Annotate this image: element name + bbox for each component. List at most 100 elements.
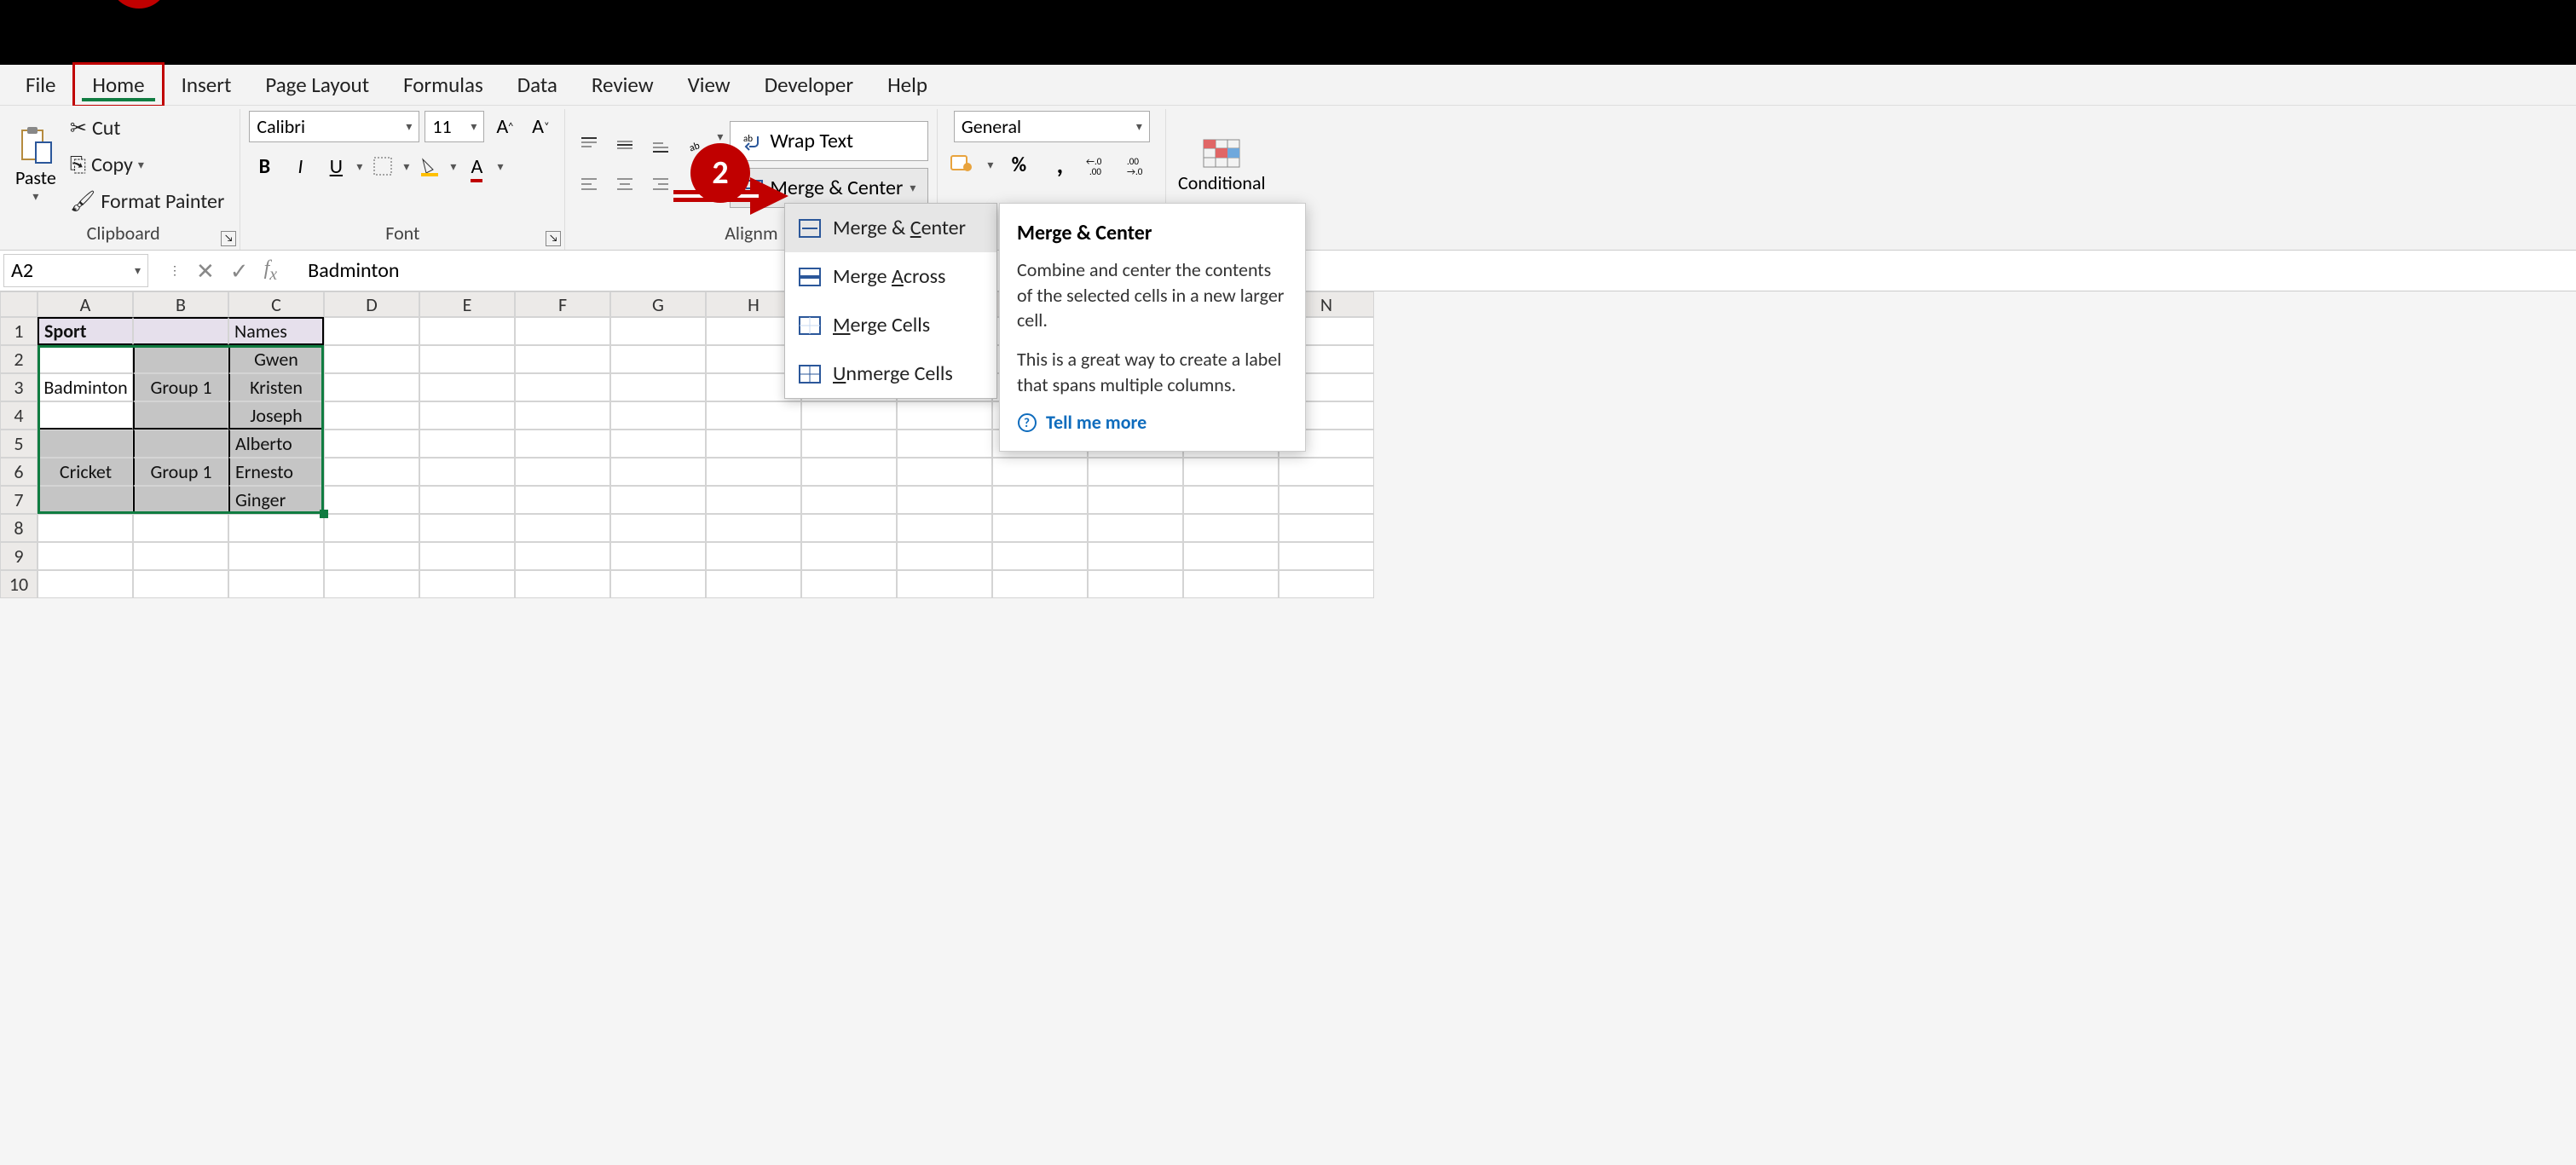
- enter-formula-button[interactable]: ✓: [230, 257, 249, 285]
- cell[interactable]: [419, 317, 515, 345]
- cell[interactable]: [897, 570, 992, 598]
- cell[interactable]: [133, 570, 228, 598]
- cell[interactable]: [1183, 514, 1279, 542]
- tab-page-layout[interactable]: Page Layout: [248, 65, 386, 105]
- cell[interactable]: [897, 401, 992, 430]
- increase-decimal-button[interactable]: ←.0.00: [1085, 149, 1116, 180]
- tab-file[interactable]: File: [9, 65, 72, 105]
- row-header[interactable]: 9: [0, 542, 38, 570]
- cell[interactable]: [515, 486, 610, 514]
- cell[interactable]: [706, 570, 801, 598]
- cell[interactable]: [706, 514, 801, 542]
- cell[interactable]: [1088, 514, 1183, 542]
- selection-handle[interactable]: [320, 510, 328, 518]
- cell[interactable]: [897, 430, 992, 458]
- row-header[interactable]: 5: [0, 430, 38, 458]
- cell[interactable]: Kristen: [228, 373, 324, 401]
- unmerge-cells-item[interactable]: Unmerge Cells: [785, 349, 996, 398]
- cell[interactable]: Group 1: [133, 458, 228, 486]
- cell[interactable]: [610, 514, 706, 542]
- cell[interactable]: [419, 373, 515, 401]
- wrap-text-button[interactable]: ab Wrap Text: [730, 121, 928, 161]
- cell[interactable]: [706, 486, 801, 514]
- merge-cells-item[interactable]: Merge Cells: [785, 301, 996, 349]
- cell[interactable]: [610, 430, 706, 458]
- underline-button[interactable]: U: [321, 151, 351, 182]
- cell[interactable]: [419, 542, 515, 570]
- cell[interactable]: [515, 458, 610, 486]
- number-format-select[interactable]: General ▾: [954, 111, 1150, 142]
- percent-button[interactable]: %: [1003, 149, 1034, 180]
- cell[interactable]: [1279, 514, 1374, 542]
- increase-font-button[interactable]: A^: [489, 112, 520, 142]
- row-header[interactable]: 7: [0, 486, 38, 514]
- cell[interactable]: [133, 401, 228, 430]
- col-header[interactable]: D: [324, 291, 419, 317]
- tab-home[interactable]: Home: [72, 62, 164, 107]
- cell[interactable]: [38, 514, 133, 542]
- chevron-down-icon[interactable]: ⋮: [169, 263, 181, 278]
- cell[interactable]: [133, 317, 228, 345]
- cell[interactable]: [515, 542, 610, 570]
- cell[interactable]: [324, 486, 419, 514]
- cell[interactable]: [610, 458, 706, 486]
- tab-insert[interactable]: Insert: [165, 65, 249, 105]
- cell[interactable]: [801, 514, 897, 542]
- cell[interactable]: [228, 570, 324, 598]
- cell[interactable]: [515, 401, 610, 430]
- cell[interactable]: [1279, 542, 1374, 570]
- cell[interactable]: [1183, 458, 1279, 486]
- cell[interactable]: [515, 317, 610, 345]
- row-header[interactable]: 4: [0, 401, 38, 430]
- cell[interactable]: [324, 570, 419, 598]
- align-left-button[interactable]: [574, 169, 604, 199]
- row-header[interactable]: 3: [0, 373, 38, 401]
- name-box[interactable]: A2 ▾: [3, 254, 148, 287]
- cell[interactable]: [38, 486, 133, 514]
- cell[interactable]: [610, 345, 706, 373]
- cell[interactable]: [992, 458, 1088, 486]
- fill-color-button[interactable]: [414, 151, 445, 182]
- cell[interactable]: [801, 486, 897, 514]
- tab-developer[interactable]: Developer: [748, 65, 870, 105]
- cell[interactable]: [228, 514, 324, 542]
- align-bottom-button[interactable]: [645, 130, 676, 160]
- cell[interactable]: [133, 542, 228, 570]
- cell[interactable]: [706, 401, 801, 430]
- cell[interactable]: Alberto: [228, 430, 324, 458]
- select-all-corner[interactable]: [0, 291, 38, 317]
- cell[interactable]: [419, 430, 515, 458]
- cell[interactable]: [1279, 570, 1374, 598]
- cell[interactable]: [419, 514, 515, 542]
- cell[interactable]: [38, 430, 133, 458]
- merge-across-item[interactable]: Merge Across: [785, 252, 996, 301]
- font-name-select[interactable]: Calibri ▾: [249, 111, 419, 142]
- formula-input[interactable]: Badminton: [294, 258, 2576, 283]
- cell[interactable]: [1279, 486, 1374, 514]
- cell[interactable]: [897, 458, 992, 486]
- cell[interactable]: [1183, 486, 1279, 514]
- cell[interactable]: Badminton: [38, 373, 133, 401]
- row-header[interactable]: 6: [0, 458, 38, 486]
- cell[interactable]: [1088, 542, 1183, 570]
- italic-button[interactable]: I: [285, 151, 315, 182]
- cell[interactable]: [992, 542, 1088, 570]
- cell[interactable]: [419, 401, 515, 430]
- cell[interactable]: [419, 570, 515, 598]
- cell[interactable]: [515, 514, 610, 542]
- cell[interactable]: Group 1: [133, 373, 228, 401]
- cell[interactable]: [324, 430, 419, 458]
- cell[interactable]: [801, 430, 897, 458]
- align-top-button[interactable]: [574, 130, 604, 160]
- paste-button[interactable]: Paste ▾: [15, 125, 56, 204]
- row-header[interactable]: 8: [0, 514, 38, 542]
- cell[interactable]: [1088, 458, 1183, 486]
- bold-button[interactable]: B: [249, 151, 280, 182]
- col-header[interactable]: F: [515, 291, 610, 317]
- cell[interactable]: [706, 430, 801, 458]
- cell[interactable]: [38, 570, 133, 598]
- cell[interactable]: [610, 570, 706, 598]
- cell[interactable]: [897, 542, 992, 570]
- cell[interactable]: [1088, 570, 1183, 598]
- cell[interactable]: [133, 345, 228, 373]
